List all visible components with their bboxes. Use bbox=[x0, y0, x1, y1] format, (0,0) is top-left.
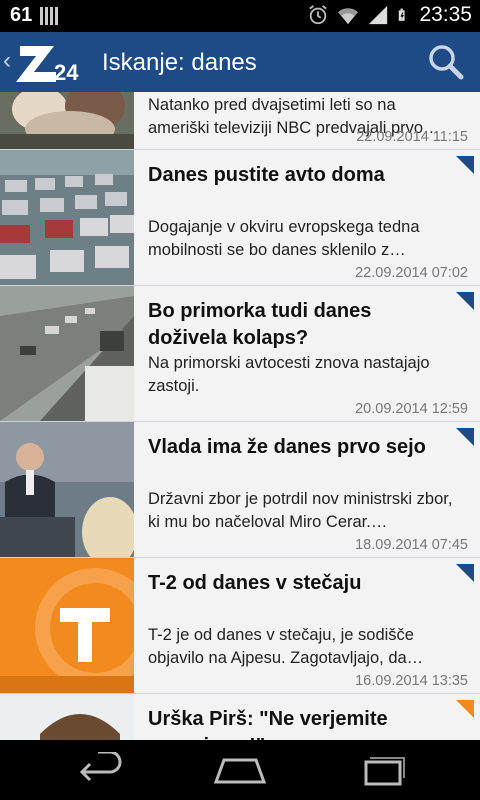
recents-icon[interactable] bbox=[352, 752, 412, 788]
list-item[interactable]: Danes pustite avto doma Dogajanje v okvi… bbox=[0, 150, 480, 286]
article-date: 22.09.2014 11:15 bbox=[356, 129, 468, 145]
home-icon[interactable] bbox=[210, 752, 270, 788]
article-summary: Dogajanje v okviru evropskega tedna mobi… bbox=[148, 218, 420, 259]
article-date: 18.09.2014 07:45 bbox=[355, 537, 468, 553]
action-bar: ‹ 24 Iskanje: danes bbox=[0, 32, 480, 92]
list-item[interactable]: T-2 od danes v stečaju T-2 je od danes v… bbox=[0, 558, 480, 694]
search-icon[interactable] bbox=[426, 42, 466, 82]
article-title: Vlada ima že danes prvo sejo bbox=[148, 436, 426, 458]
corner-marker-icon bbox=[456, 564, 474, 582]
article-date: 22.09.2014 07:02 bbox=[355, 265, 468, 281]
article-summary: Državni zbor je potrdil nov ministrski z… bbox=[148, 490, 453, 531]
signal-icon bbox=[369, 5, 388, 25]
article-title: Danes pustite avto doma bbox=[148, 164, 385, 186]
corner-marker-icon bbox=[456, 428, 474, 446]
status-bar: 61 23:35 bbox=[0, 0, 480, 32]
corner-marker-icon bbox=[456, 292, 474, 310]
navigation-bar bbox=[0, 740, 480, 800]
article-title: Bo primorka tudi danes doživela kolaps? bbox=[148, 300, 372, 349]
battery-icon bbox=[399, 8, 406, 21]
list-item[interactable]: Natanko pred dvajsetimi leti so na ameri… bbox=[0, 92, 480, 150]
article-title: T-2 od danes v stečaju bbox=[148, 572, 362, 594]
article-thumbnail bbox=[0, 150, 134, 285]
back-icon[interactable] bbox=[70, 752, 130, 788]
notification-count: 61 bbox=[10, 4, 33, 26]
article-thumbnail bbox=[0, 92, 134, 149]
corner-marker-icon bbox=[456, 700, 474, 718]
list-item[interactable]: Bo primorka tudi danes doživela kolaps? … bbox=[0, 286, 480, 422]
article-thumbnail bbox=[0, 422, 134, 557]
up-chevron-icon[interactable]: ‹ bbox=[3, 47, 11, 75]
article-summary: T-2 je od danes v stečaju, je sodišče ob… bbox=[148, 626, 424, 667]
z24-logo[interactable]: 24 bbox=[14, 42, 94, 84]
article-title: Urška Pirš: "Ne verjemite govoricam!" bbox=[148, 708, 388, 740]
article-list[interactable]: Natanko pred dvajsetimi leti so na ameri… bbox=[0, 92, 480, 740]
page-title: Iskanje: danes bbox=[102, 49, 257, 76]
article-date: 20.09.2014 12:59 bbox=[355, 401, 468, 417]
wifi-icon bbox=[338, 8, 359, 25]
article-thumbnail bbox=[0, 694, 134, 740]
status-time: 23:35 bbox=[419, 3, 472, 26]
article-thumbnail bbox=[0, 558, 134, 693]
article-summary: Na primorski avtocesti znova nastajajo z… bbox=[148, 354, 430, 395]
alarm-icon bbox=[309, 5, 328, 25]
status-left: 61 bbox=[10, 4, 59, 27]
article-date: 16.09.2014 13:35 bbox=[355, 673, 468, 689]
corner-marker-icon bbox=[456, 156, 474, 174]
bars-icon bbox=[40, 6, 59, 25]
status-right: 23:35 bbox=[307, 3, 472, 27]
list-item[interactable]: Vlada ima že danes prvo sejo Državni zbo… bbox=[0, 422, 480, 558]
svg-text:24: 24 bbox=[54, 60, 79, 84]
article-thumbnail bbox=[0, 286, 134, 421]
list-item[interactable]: Urška Pirš: "Ne verjemite govoricam!" bbox=[0, 694, 480, 740]
